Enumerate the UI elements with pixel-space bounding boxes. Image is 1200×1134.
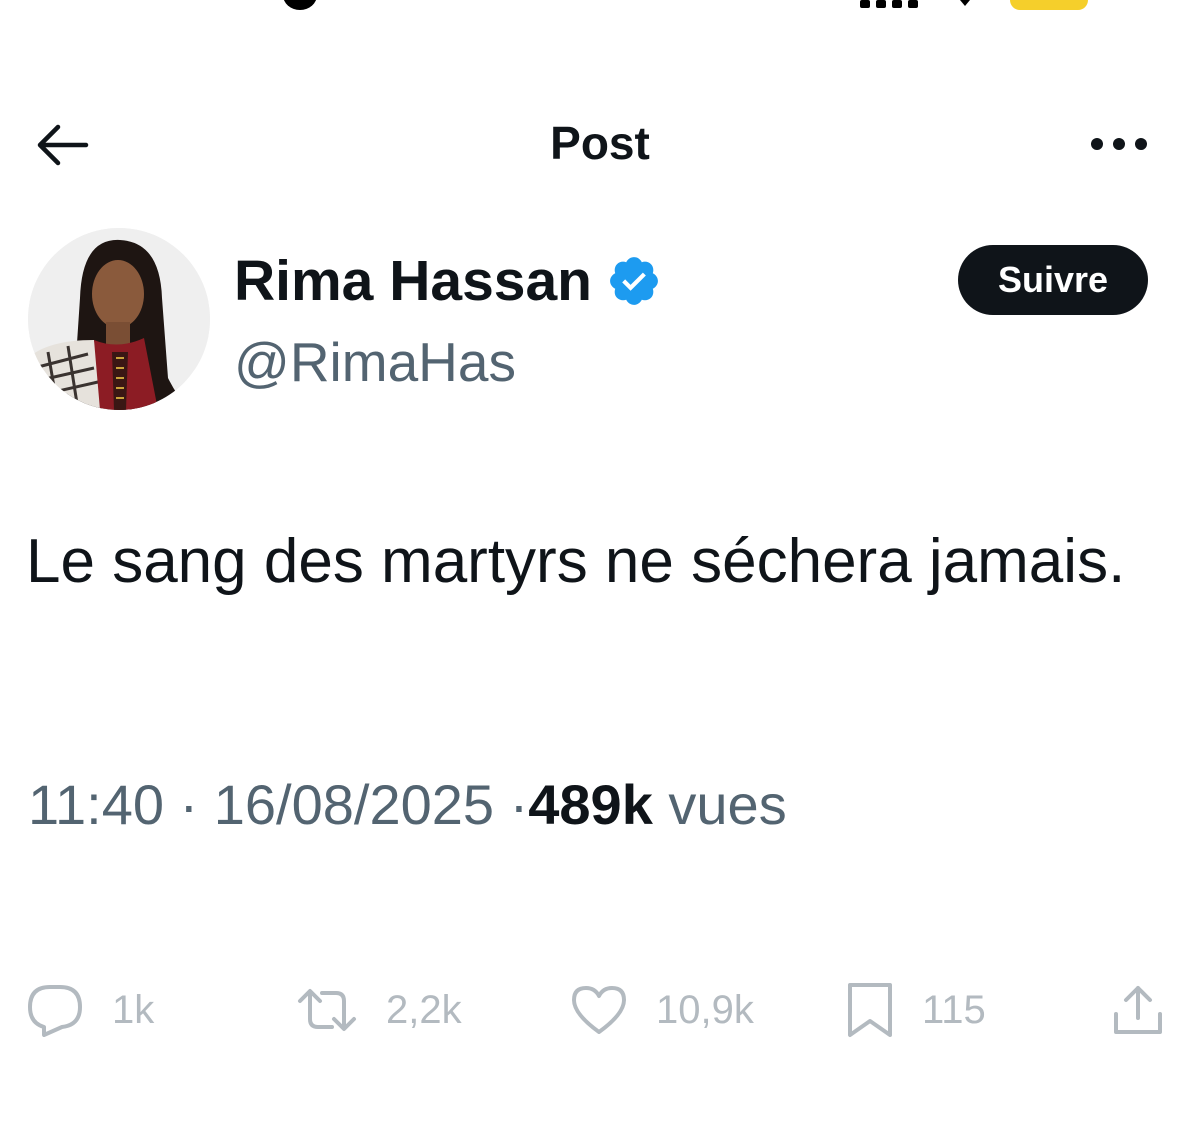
verified-badge-icon (610, 257, 658, 305)
tweet-time[interactable]: 11:40 (28, 773, 164, 836)
repost-button[interactable]: 2,2k (296, 970, 462, 1050)
views-count: 489k (528, 773, 653, 836)
avatar-image (28, 228, 210, 410)
battery-icon (1010, 0, 1088, 10)
bookmark-icon (848, 983, 892, 1037)
more-options-button[interactable] (1076, 118, 1162, 170)
tweet-meta: 11:40 · 16/08/2025 ·489k vues (28, 772, 787, 837)
share-icon (1114, 986, 1162, 1034)
repost-count: 2,2k (386, 987, 462, 1032)
action-bar: 1k 2,2k 10,9k 115 (0, 970, 1200, 1050)
author-name[interactable]: Rima Hassan (234, 248, 662, 314)
like-count: 10,9k (656, 987, 754, 1032)
meta-separator: · (509, 773, 529, 836)
tweet-text: Le sang des martyrs ne séchera jamais. (26, 527, 1126, 596)
avatar[interactable] (28, 228, 210, 410)
signal-icon (860, 0, 920, 8)
follow-button[interactable]: Suivre (958, 245, 1148, 315)
status-bar (0, 0, 1200, 12)
author-handle[interactable]: @RimaHas (234, 330, 516, 394)
tweet-date[interactable]: 16/08/2025 (214, 773, 494, 836)
views-label: vues (668, 773, 787, 836)
page-title: Post (550, 117, 650, 169)
reply-button[interactable]: 1k (26, 970, 154, 1050)
post-header: Post (0, 100, 1200, 190)
heart-icon (572, 986, 626, 1034)
repost-icon (298, 989, 356, 1031)
share-button[interactable] (1110, 970, 1166, 1050)
author-name-text: Rima Hassan (234, 249, 593, 313)
reply-count: 1k (112, 987, 155, 1032)
bookmark-button[interactable]: 115 (846, 970, 986, 1050)
like-button[interactable]: 10,9k (570, 970, 754, 1050)
wifi-icon (960, 0, 970, 6)
more-horizontal-icon (1091, 138, 1147, 150)
meta-separator: · (179, 773, 199, 836)
reply-icon (28, 985, 82, 1037)
status-indicator-dot (283, 0, 317, 10)
bookmark-count: 115 (922, 987, 986, 1032)
